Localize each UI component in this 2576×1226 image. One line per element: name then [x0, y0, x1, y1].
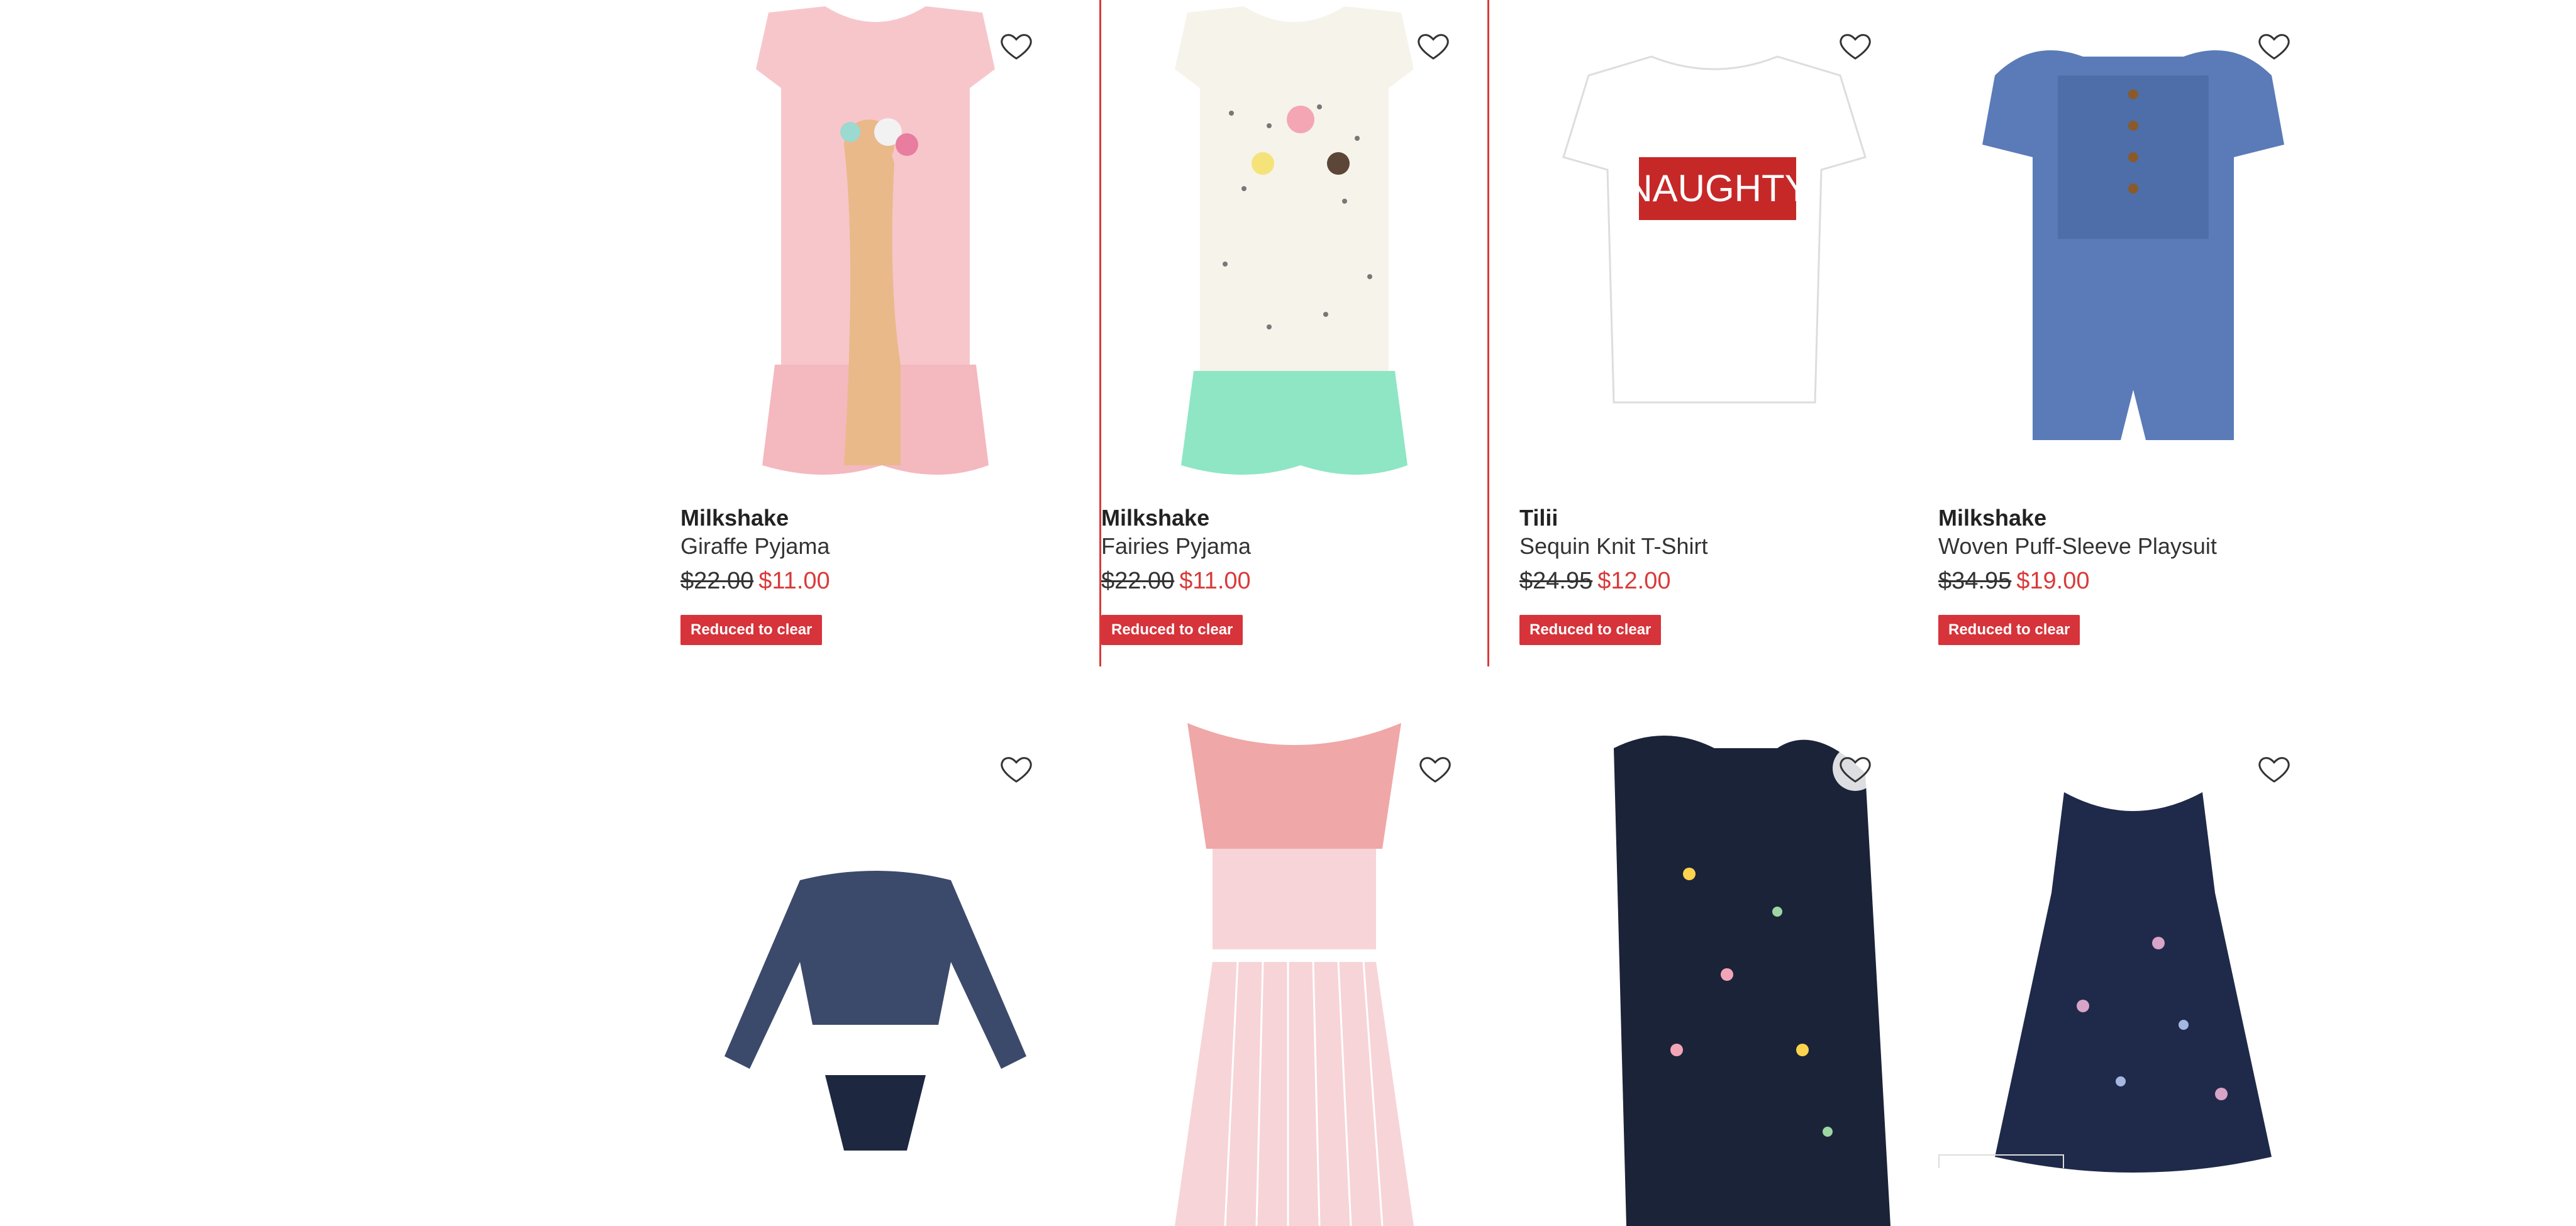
product-name[interactable]: Fairies Pyjama: [1101, 532, 1487, 561]
product-card[interactable]: [1938, 723, 2328, 1226]
sale-price: $11.00: [1179, 568, 1251, 594]
wishlist-heart-icon[interactable]: [1833, 23, 1878, 68]
original-price: $22.00: [1101, 568, 1175, 594]
sale-price: $12.00: [1597, 568, 1671, 594]
product-brand[interactable]: Milkshake: [680, 504, 1070, 532]
wishlist-heart-icon[interactable]: [2251, 23, 2297, 68]
product-name[interactable]: Sequin Knit T-Shirt: [1519, 532, 1909, 561]
product-card[interactable]: [1519, 723, 1909, 1226]
wishlist-heart-icon[interactable]: [2251, 746, 2297, 791]
wishlist-heart-icon[interactable]: [1413, 746, 1458, 791]
product-card[interactable]: Milkshake Giraffe Pyjama $22.00 $11.00 Re…: [680, 0, 1070, 645]
product-price: $22.00 $11.00: [1101, 566, 1487, 596]
original-price: $34.95: [1938, 568, 2012, 594]
sale-price: $19.00: [2016, 568, 2090, 594]
reduced-to-clear-badge: Reduced to clear: [1101, 615, 1243, 645]
wishlist-heart-icon[interactable]: [1411, 23, 1456, 68]
tshirt-print-text: NAUGHTY: [1625, 167, 1809, 209]
product-price: $24.95 $12.00: [1519, 566, 1909, 596]
reduced-to-clear-badge: Reduced to clear: [1938, 615, 2080, 645]
partial-badge: [1938, 1154, 2064, 1168]
product-name[interactable]: Woven Puff-Sleeve Playsuit: [1938, 532, 2328, 561]
original-price: $22.00: [680, 568, 754, 594]
original-price: $24.95: [1519, 568, 1593, 594]
product-image[interactable]: [680, 723, 1070, 1226]
product-image[interactable]: [1938, 723, 2328, 1226]
product-brand[interactable]: Tilii: [1519, 504, 1909, 532]
product-card[interactable]: Milkshake Woven Puff-Sleeve Playsuit $34…: [1938, 0, 2328, 645]
product-image[interactable]: [1101, 0, 1487, 490]
product-price: $22.00 $11.00: [680, 566, 1070, 596]
product-brand[interactable]: Milkshake: [1101, 504, 1487, 532]
product-card[interactable]: Milkshake Fairies Pyjama $22.00 $11.00 Re…: [1099, 0, 1489, 666]
product-image[interactable]: [1519, 723, 1909, 1226]
product-image[interactable]: NAUGHTY: [1519, 0, 1909, 490]
product-card[interactable]: [1099, 723, 1489, 1226]
product-card[interactable]: NAUGHTY Tilii Sequin Knit T-Shirt $24.95…: [1519, 0, 1909, 645]
wishlist-heart-icon[interactable]: [994, 746, 1039, 791]
product-grid: Milkshake Giraffe Pyjama $22.00 $11.00 Re…: [0, 0, 2576, 1226]
product-image[interactable]: [1938, 0, 2328, 490]
product-price: $34.95 $19.00: [1938, 566, 2328, 596]
reduced-to-clear-badge: Reduced to clear: [680, 615, 823, 645]
product-card[interactable]: [680, 723, 1070, 1226]
wishlist-heart-icon[interactable]: [994, 23, 1039, 68]
reduced-to-clear-badge: Reduced to clear: [1519, 615, 1662, 645]
sale-price: $11.00: [758, 568, 830, 594]
product-image[interactable]: [680, 0, 1070, 490]
product-brand[interactable]: Milkshake: [1938, 504, 2328, 532]
product-name[interactable]: Giraffe Pyjama: [680, 532, 1070, 561]
wishlist-heart-icon[interactable]: [1833, 746, 1878, 791]
product-image[interactable]: [1099, 723, 1489, 1226]
